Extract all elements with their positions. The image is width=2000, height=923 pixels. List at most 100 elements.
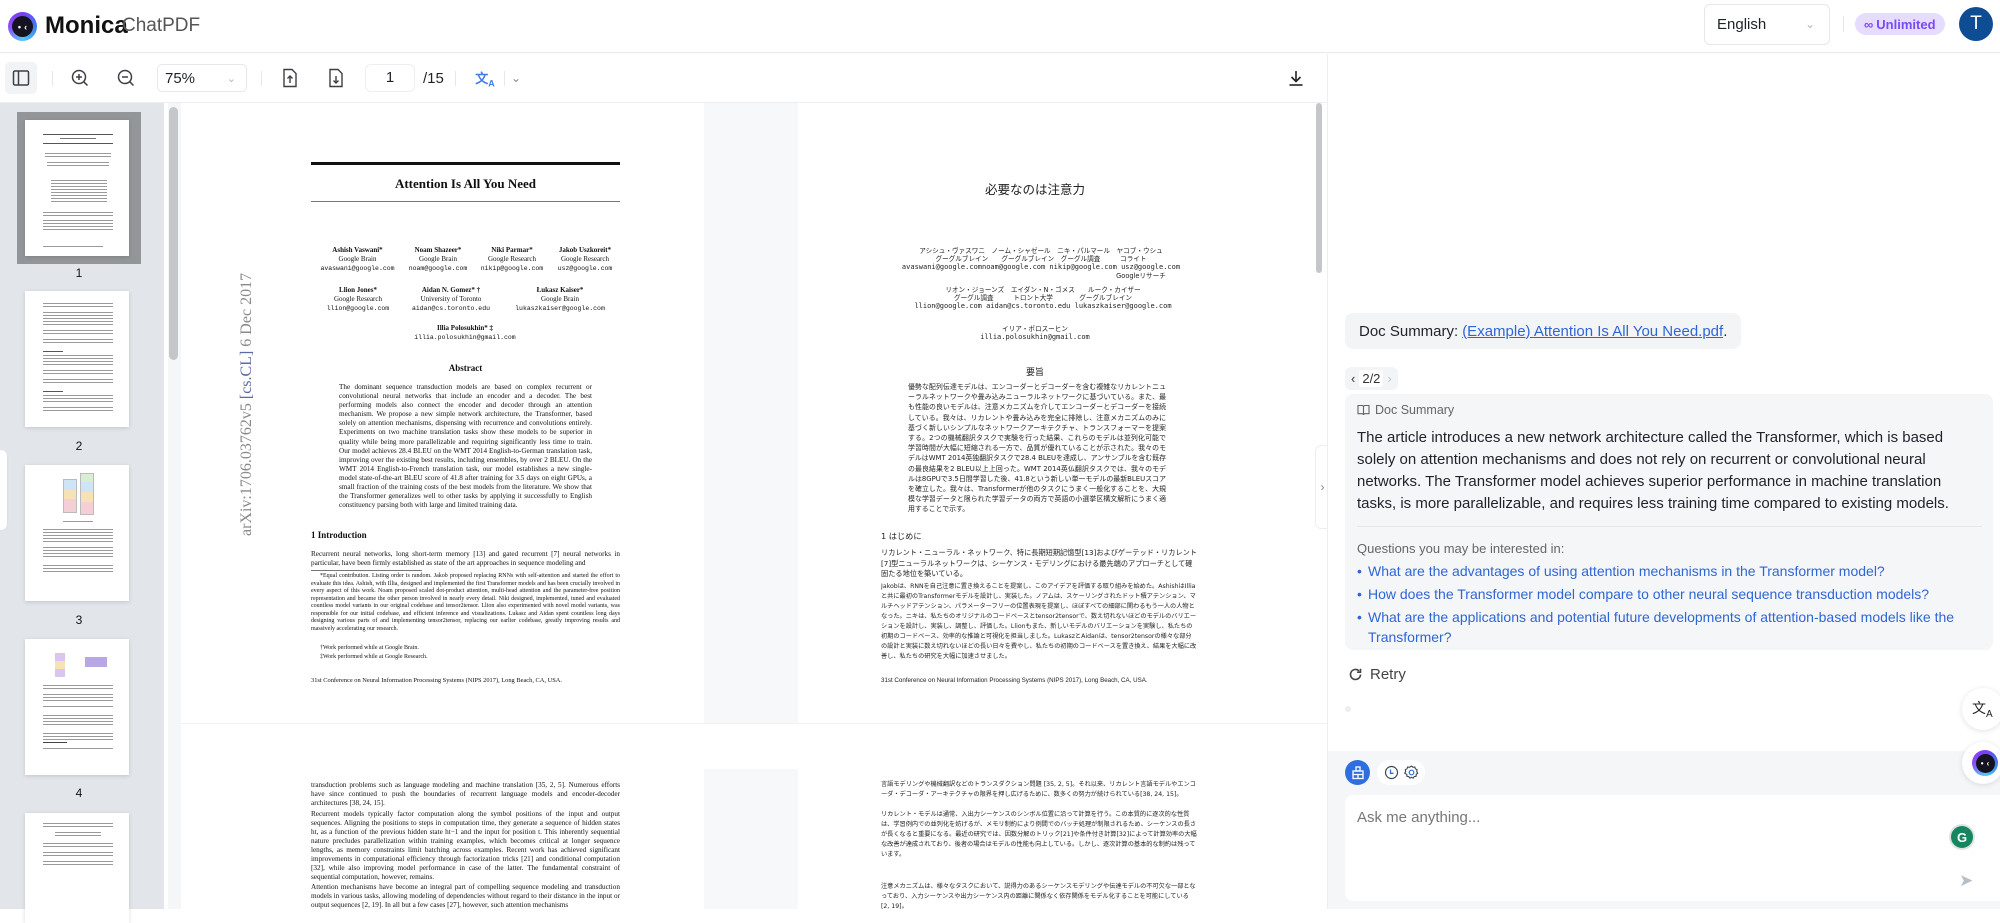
- summary-text: The article introduces a new network arc…: [1357, 429, 1949, 512]
- thumbnail-image: [25, 291, 129, 427]
- thumbnail-sidebar: 1 2 3 4: [0, 103, 164, 923]
- thumbnail-label: 1: [75, 266, 83, 280]
- thumbnail-page-1[interactable]: [17, 112, 141, 264]
- author-block: Niki Parmar* Google Research nikip@google.…: [480, 246, 544, 272]
- translate-icon: 文A: [1972, 700, 1993, 720]
- floating-monica-button[interactable]: • ‹: [1962, 742, 2000, 784]
- footnote-text: †Work performed while at Google Brain.: [320, 645, 419, 651]
- grammarly-icon[interactable]: G: [1951, 826, 1973, 848]
- arxiv-stamp: arXiv:1706.03762v5 [cs.CL] 6 Dec 2017: [238, 272, 255, 536]
- sidebar-edge-tab[interactable]: [0, 450, 7, 530]
- viewer-scrollbar-thumb[interactable]: [1316, 103, 1322, 273]
- page-up-icon: [283, 68, 297, 88]
- page-separator: [181, 723, 1327, 769]
- zoom-out-icon: [117, 69, 135, 87]
- zoom-in-icon: [71, 69, 89, 87]
- language-select[interactable]: English ⌄: [1704, 4, 1830, 45]
- plan-badge[interactable]: ∞ Unlimited: [1855, 13, 1945, 35]
- author-block: Llion Jones* Google Research llion@google.…: [326, 286, 390, 312]
- divider: [1357, 526, 1982, 527]
- response-pager: ‹ 2/2 ›: [1345, 367, 1398, 390]
- toggle-sidebar-button[interactable]: [5, 62, 37, 94]
- page2-paragraph: transduction problems such as language m…: [311, 781, 620, 807]
- chevron-right-icon: ›: [1320, 480, 1325, 494]
- paper-title: Attention Is All You Need: [394, 176, 537, 191]
- response-index: 2/2: [1359, 370, 1384, 387]
- conference-note: 31st Conference on Neural Information Pr…: [311, 677, 562, 684]
- translate-options-dropdown[interactable]: ⌄: [500, 62, 532, 94]
- previous-response-button[interactable]: ‹: [1351, 371, 1355, 386]
- chat-input[interactable]: Ask me anything... G ➤: [1345, 795, 2000, 901]
- scrollbar-thumb[interactable]: [169, 107, 178, 360]
- new-chat-button[interactable]: [1345, 760, 1370, 785]
- typing-indicator: [1345, 706, 1351, 712]
- assistant-message: Doc Summary The article introduces a new…: [1345, 394, 1993, 650]
- thumbnail-page-4[interactable]: [17, 631, 141, 775]
- translated-footnote: Jakobは、RNNを自己注意に置き換えることを提案し、このアイデアを評価する取…: [881, 583, 1197, 660]
- translate-icon: 文A: [475, 70, 495, 89]
- zoom-out-button[interactable]: [110, 62, 142, 94]
- next-page-button[interactable]: [320, 62, 352, 94]
- chat-panel: Doc Summary: (Example) Attention Is All …: [1327, 54, 2000, 909]
- suggested-question[interactable]: How does the Transformer model compare t…: [1357, 585, 1982, 605]
- previous-page-button[interactable]: [274, 62, 306, 94]
- translate-button[interactable]: 文A: [469, 62, 501, 94]
- zoom-in-button[interactable]: [64, 62, 96, 94]
- download-button[interactable]: [1280, 62, 1312, 94]
- translated-paragraph: 注意メカニズムは、様々なタスクにおいて、説得力のあるシーケンスモデリングや伝達モ…: [881, 883, 1196, 910]
- footnote-rule: [311, 570, 422, 571]
- thumbnail-label: 2: [75, 439, 83, 453]
- message-text: Doc Summary:: [1359, 322, 1459, 340]
- user-avatar[interactable]: T: [1959, 7, 1993, 41]
- download-icon: [1289, 71, 1303, 86]
- zoom-level-select[interactable]: 75% ⌄: [157, 64, 247, 92]
- history-icon[interactable]: [1384, 765, 1399, 780]
- translated-authors: リオン・ジョーンズ エイダン・N・ゴメス ルーク・カイザー グーグル調査 トロン…: [914, 286, 1172, 311]
- translated-conference-note: 31st Conference on Neural Information Pr…: [881, 677, 1148, 684]
- thumbnail-label: 3: [75, 613, 83, 627]
- thumbnail-scrollbar[interactable]: [168, 103, 181, 909]
- next-response-button[interactable]: ›: [1387, 371, 1391, 386]
- divider: [1843, 16, 1844, 32]
- thumbnail-image: [25, 465, 129, 601]
- footnote-text: *Equal contribution. Listing order is ra…: [311, 573, 620, 632]
- chevron-down-icon: ⌄: [1804, 17, 1815, 31]
- page-number-input[interactable]: 1: [365, 64, 415, 92]
- zoom-level-value: 75%: [165, 69, 196, 87]
- author-block: Ashish Vaswani* Google Brain avaswani@goog…: [320, 246, 395, 272]
- abstract-text: The dominant sequence transduction model…: [339, 383, 592, 510]
- translated-paragraph: リカレント・モデルは通常、入出力シーケンスのシンボル位置に沿って計算を行う。この…: [881, 811, 1197, 858]
- title-rule-bottom: [311, 201, 620, 202]
- thumbnail-page-2[interactable]: [17, 283, 141, 427]
- pdf-toolbar: 75% ⌄ 1 /15 文A ⌄: [0, 54, 1327, 103]
- suggested-question[interactable]: What are the applications and potential …: [1357, 608, 1982, 647]
- top-bar: • ‹ Monica ChatPDF English ⌄ ∞ Unlimited …: [0, 0, 2000, 53]
- author-block: Łukasz Kaiser* Google Brain lukaszkaiser@g…: [515, 286, 605, 312]
- send-icon: ➤: [1959, 871, 1974, 890]
- translated-section-heading: 1 はじめに: [881, 531, 922, 541]
- page-total: /15: [423, 70, 444, 87]
- suggested-question[interactable]: What are the advantages of using attenti…: [1357, 562, 1982, 582]
- thumbnail-label: 4: [75, 786, 83, 800]
- send-button[interactable]: ➤: [1959, 871, 1973, 891]
- monica-logo-icon[interactable]: • ‹: [8, 12, 37, 41]
- thumbnail-image: [25, 813, 129, 923]
- author-block: Illia Polosukhin* ‡ illia.polosukhin@gmai…: [414, 324, 516, 341]
- section-heading: 1 Introduction: [311, 530, 367, 540]
- thumbnail-page-3[interactable]: [17, 457, 141, 601]
- intro-text: Recurrent neural networks, long short-te…: [311, 550, 620, 567]
- refresh-icon: [1349, 668, 1362, 681]
- thumbnail-page-5[interactable]: [17, 805, 141, 923]
- thumbnail-image: [25, 120, 129, 256]
- floating-translate-button[interactable]: 文A: [1962, 688, 2000, 730]
- infinity-icon: ∞: [1864, 16, 1874, 32]
- chat-tools: [1377, 760, 1425, 785]
- translated-title: 必要なのは注意力: [984, 182, 1085, 197]
- monica-logo-icon: • ‹: [1972, 750, 1998, 776]
- settings-icon[interactable]: [1403, 765, 1419, 780]
- chevron-down-icon: ⌄: [226, 72, 236, 85]
- retry-button[interactable]: Retry: [1348, 666, 1406, 683]
- translated-authors: アシシュ・ヴァスワニ ノーム・シャゼール ニキ・パルマール ヤコブ・ウシュ グー…: [901, 247, 1181, 280]
- thumbnail-image: [25, 639, 129, 775]
- document-link[interactable]: (Example) Attention Is All You Need.pdf: [1462, 323, 1723, 340]
